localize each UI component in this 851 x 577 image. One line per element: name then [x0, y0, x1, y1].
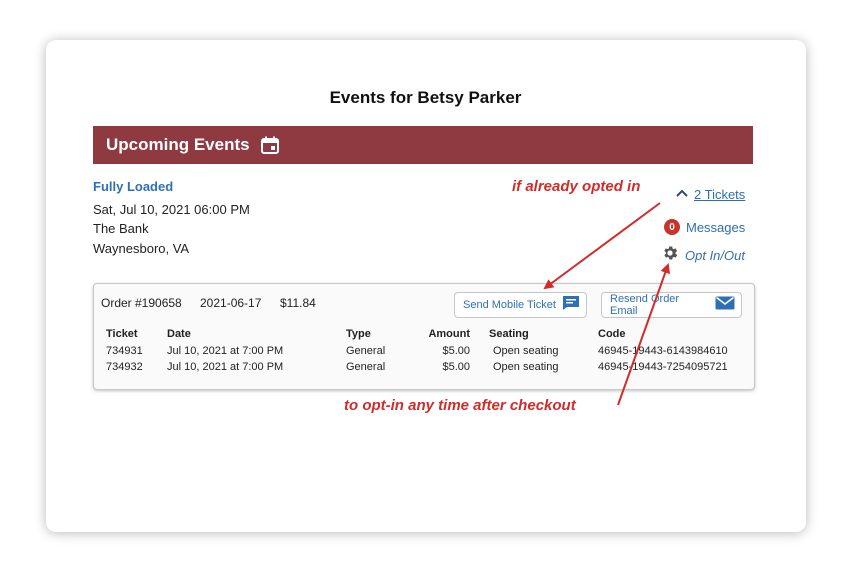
annotation-arrows [543, 202, 671, 406]
arrow-to-send-mobile-ticket [543, 202, 661, 290]
arrow-to-opt-in-out [617, 263, 671, 406]
